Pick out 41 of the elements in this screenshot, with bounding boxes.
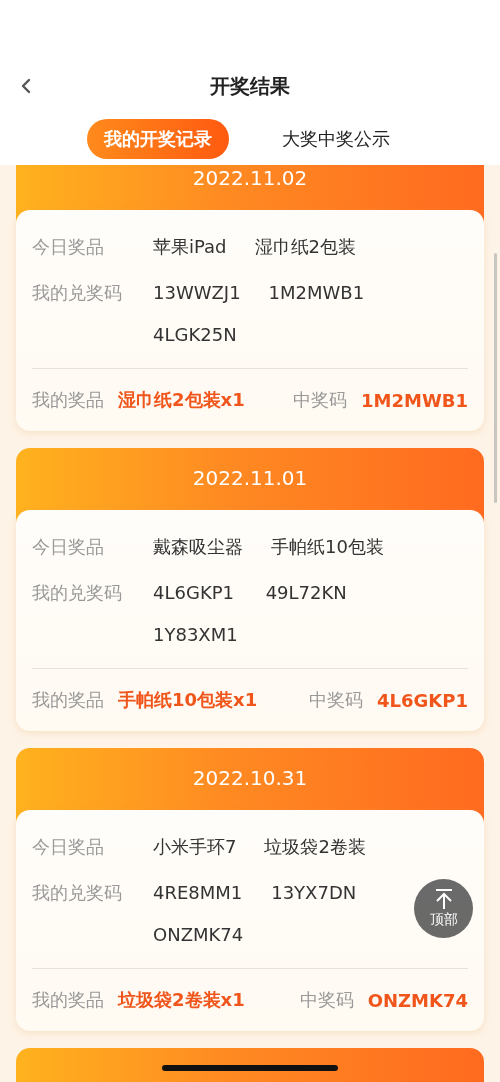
redeem-code: 49L72KN [265,581,347,605]
field-label: 今日奖品 [32,535,105,559]
redeem-code: 1Y83XM1 [153,623,238,647]
field-label: 中奖码 [293,388,347,412]
field-label: 今日奖品 [32,235,105,259]
redeem-code: 4L6GKP1 [153,581,235,605]
my-prize: 手帕纸10包装x1 [118,688,258,712]
field-label: 我的奖品 [32,988,104,1012]
field-label: 中奖码 [309,688,364,712]
prize-name: 湿巾纸2包装 [254,235,356,259]
winning-code: 1M2MWB1 [361,389,468,411]
field-label: 我的奖品 [32,688,104,712]
arrow-up-icon [433,888,454,910]
prize-name: 垃圾袋2卷装 [264,835,366,859]
winning-code: ONZMK74 [367,989,468,1011]
redeem-code: 4RE8MM1 [153,881,244,905]
field-label: 我的兑奖码 [32,281,123,305]
tab[interactable]: 我的开奖记录 [87,118,229,159]
prize-name: 戴森吸尘器 [153,535,243,559]
winning-code: 4L6GKP1 [377,689,468,711]
field-label: 我的兑奖码 [32,581,123,605]
page-title: 开奖结果 [210,72,290,100]
field-label: 我的奖品 [32,388,104,412]
field-label: 今日奖品 [32,835,105,859]
redeem-code: 13WWZJ1 [153,281,241,305]
my-prize: 垃圾袋2卷装x1 [118,988,245,1012]
field-label: 我的兑奖码 [32,881,123,905]
redeem-code: 13YX7DN [271,881,357,905]
redeem-code: 4LGK25N [153,323,238,347]
back-icon [20,78,32,94]
draw-date: 2022.11.02 [192,165,308,192]
field-label: 中奖码 [299,988,354,1012]
prize-name: 手帕纸10包装 [271,535,384,559]
draw-date: 2022.10.31 [192,765,308,792]
tab[interactable]: 大奖中奖公示 [265,118,407,159]
redeem-code: ONZMK74 [153,923,244,947]
my-prize: 湿巾纸2包装x1 [118,388,245,412]
draw-date: 2022.11.01 [192,465,308,492]
prize-name: 小米手环7 [153,835,237,859]
prize-name: 苹果iPad [153,235,227,259]
redeem-code: 1M2MWB1 [268,281,365,305]
